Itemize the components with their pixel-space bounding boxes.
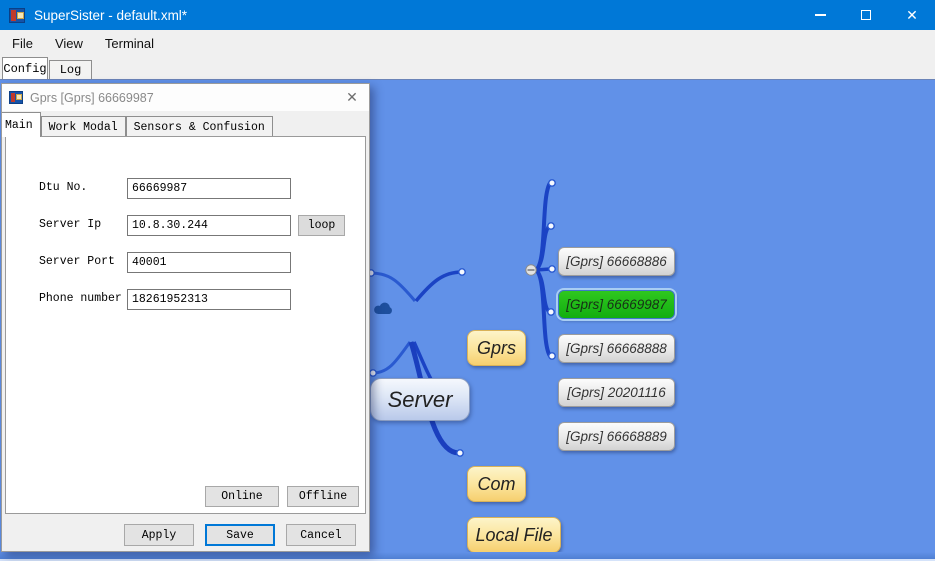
dtu-no-input[interactable] <box>127 178 291 199</box>
main-tabstrip: Config Log <box>0 56 935 79</box>
server-ip-input[interactable] <box>127 215 291 236</box>
dialog-titlebar: Gprs [Gprs] 66669987 ✕ <box>2 84 369 111</box>
cancel-button[interactable]: Cancel <box>286 524 356 546</box>
app-window: SuperSister - default.xml* ✕ File View T… <box>0 0 935 561</box>
online-button[interactable]: Online <box>205 486 279 507</box>
tab-sensors-confusion[interactable]: Sensors & Confusion <box>126 116 273 137</box>
dialog-tabstrip: Main Work Modal Sensors & Confusion <box>1 111 273 137</box>
node-label: [Gprs] 20201116 <box>567 385 666 400</box>
node-gprs-66668886[interactable]: [Gprs] 66668886 <box>558 247 675 276</box>
menubar: File View Terminal <box>0 30 935 56</box>
menu-terminal[interactable]: Terminal <box>95 32 164 55</box>
map-bottom-edge <box>0 552 935 561</box>
menu-file[interactable]: File <box>2 32 43 55</box>
minimize-icon[interactable] <box>797 0 843 30</box>
node-com[interactable]: Com <box>467 466 526 502</box>
node-gprs-66669987-selected[interactable]: [Gprs] 66669987 <box>558 290 675 319</box>
menu-view[interactable]: View <box>45 32 93 55</box>
form-row: Server Port <box>6 252 365 273</box>
node-com-label: Com <box>477 474 515 495</box>
form-row: Dtu No. <box>6 178 365 199</box>
node-local-file-label: Local File <box>475 525 552 546</box>
dialog-title: Gprs [Gprs] 66669987 <box>30 91 154 105</box>
server-port-label: Server Port <box>39 255 115 268</box>
tab-log[interactable]: Log <box>49 60 92 79</box>
save-button[interactable]: Save <box>205 524 275 546</box>
node-label: [Gprs] 66668889 <box>566 429 667 444</box>
node-label: [Gprs] 66668888 <box>566 341 667 356</box>
node-label: [Gprs] 66668886 <box>566 254 667 269</box>
tab-main[interactable]: Main <box>1 112 41 137</box>
apply-button[interactable]: Apply <box>124 524 194 546</box>
node-gprs[interactable]: Gprs <box>467 330 526 366</box>
node-local-file[interactable]: Local File <box>467 517 561 553</box>
collapse-icon <box>526 265 536 275</box>
maximize-icon[interactable] <box>843 0 889 30</box>
window-titlebar: SuperSister - default.xml* ✕ <box>0 0 935 30</box>
loop-button[interactable]: loop <box>298 215 345 236</box>
phone-number-label: Phone number <box>39 292 122 305</box>
tab-config[interactable]: Config <box>2 57 48 79</box>
node-label: [Gprs] 66669987 <box>566 297 667 312</box>
node-gprs-66668888[interactable]: [Gprs] 66668888 <box>558 334 675 363</box>
phone-number-input[interactable] <box>127 289 291 310</box>
dtu-no-label: Dtu No. <box>39 181 87 194</box>
node-gprs-20201116[interactable]: [Gprs] 20201116 <box>558 378 675 407</box>
gprs-config-dialog: Gprs [Gprs] 66669987 ✕ Main Work Modal S… <box>1 83 370 552</box>
node-gprs-66668889[interactable]: [Gprs] 66668889 <box>558 422 675 451</box>
window-title: SuperSister - default.xml* <box>34 8 187 23</box>
close-icon[interactable]: ✕ <box>889 0 935 30</box>
node-gprs-label: Gprs <box>477 338 516 359</box>
tab-work-modal[interactable]: Work Modal <box>41 116 126 137</box>
dialog-tab-page: Dtu No. Server Ip loop Server Port Phone… <box>5 136 366 514</box>
server-ip-label: Server Ip <box>39 218 101 231</box>
app-icon <box>9 8 25 23</box>
form-row: Phone number <box>6 289 365 310</box>
dialog-icon <box>9 91 23 104</box>
dialog-close-icon[interactable]: ✕ <box>343 88 361 106</box>
cloud-icon <box>371 300 396 316</box>
server-port-input[interactable] <box>127 252 291 273</box>
node-server[interactable]: Server <box>370 378 470 421</box>
form-row: Server Ip loop <box>6 215 365 236</box>
offline-button[interactable]: Offline <box>287 486 359 507</box>
node-server-label: Server <box>388 387 453 413</box>
